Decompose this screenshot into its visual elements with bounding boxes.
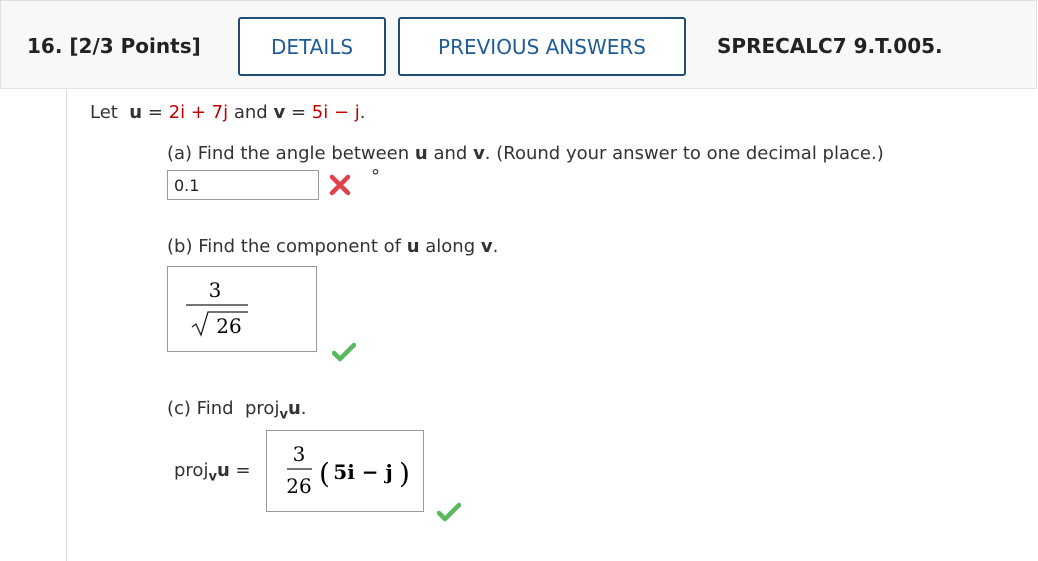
- u-value: 2i + 7j: [168, 102, 229, 123]
- degree-unit: °: [371, 166, 380, 187]
- period: .: [492, 236, 499, 257]
- proj-text: proj: [245, 398, 280, 419]
- part-c-numerator: 3: [293, 442, 306, 466]
- part-b-prompt: (b) Find the component of u along v.: [167, 236, 498, 257]
- content-divider: [66, 90, 67, 561]
- vector-u: u: [216, 460, 230, 481]
- correct-check-icon: [437, 502, 461, 522]
- part-c-text: (c) Find: [167, 398, 234, 419]
- and-text: and: [233, 102, 268, 123]
- part-b-answer-box[interactable]: 3 26: [167, 266, 317, 352]
- part-c-vector-expression: 5i − j: [333, 460, 392, 484]
- along-text: along: [425, 236, 476, 257]
- part-b-numerator: 3: [209, 278, 222, 302]
- part-b-text: (b) Find the component of: [167, 236, 401, 257]
- vector-v: v: [480, 236, 493, 257]
- right-paren: ): [399, 457, 410, 490]
- correct-check-icon: [332, 342, 356, 362]
- part-c-expression: 3 26 ( 5i − j ): [286, 442, 410, 498]
- part-a-text: (a) Find the angle between: [167, 143, 410, 164]
- part-a-prompt: (a) Find the angle between u and v. (Rou…: [167, 143, 884, 164]
- part-b-radicand: 26: [216, 314, 241, 338]
- proj-subscript: v: [208, 469, 217, 485]
- question-header: 16. [2/3 Points] DETAILS PREVIOUS ANSWER…: [0, 0, 1037, 89]
- vector-v: v: [473, 143, 485, 164]
- let-text: Let: [90, 102, 118, 123]
- equals-sign: =: [290, 102, 307, 123]
- part-b-fraction: 3 26: [186, 278, 248, 338]
- v-value: 5i − j: [311, 102, 360, 123]
- vector-u: u: [406, 236, 420, 257]
- left-paren: (: [319, 457, 330, 490]
- period: .: [300, 398, 307, 419]
- vector-v: v: [273, 102, 286, 123]
- problem-statement: Let u = 2i + 7j and v = 5i − j.: [90, 102, 365, 123]
- period: .: [359, 102, 366, 123]
- previous-answers-button[interactable]: PREVIOUS ANSWERS: [398, 17, 686, 76]
- and-text: and: [433, 143, 468, 164]
- part-c-prompt: (c) Find projvu.: [167, 398, 307, 423]
- part-c-label: projvu =: [174, 460, 251, 485]
- details-button[interactable]: DETAILS: [238, 17, 386, 76]
- proj-subscript: v: [279, 407, 288, 423]
- equals-sign: =: [147, 102, 163, 123]
- vector-u: u: [129, 102, 143, 123]
- vector-u: u: [414, 143, 428, 164]
- equals-sign: =: [235, 460, 251, 481]
- part-a-text-end: . (Round your answer to one decimal plac…: [484, 143, 884, 164]
- incorrect-x-icon: [329, 174, 351, 196]
- question-points: [2/3 Points]: [69, 34, 201, 58]
- question-number: 16.: [27, 34, 63, 58]
- question-title: 16. [2/3 Points]: [27, 34, 201, 58]
- problem-code: SPRECALC7 9.T.005.: [717, 34, 943, 58]
- vector-u: u: [287, 398, 301, 419]
- proj-text: proj: [174, 460, 209, 481]
- part-c-denominator: 26: [286, 474, 311, 498]
- part-c-answer-box[interactable]: 3 26 ( 5i − j ): [266, 430, 424, 512]
- part-a-answer-input[interactable]: 0.1: [167, 170, 319, 200]
